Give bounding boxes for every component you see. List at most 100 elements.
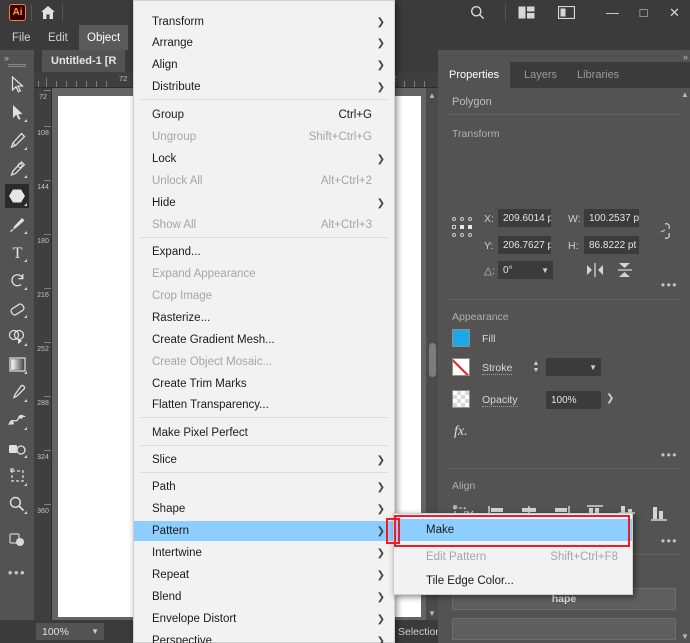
gradient-tool[interactable] — [5, 352, 29, 376]
align-more-options[interactable]: ••• — [661, 534, 678, 548]
menu-item-group[interactable]: Group Ctrl+G — [134, 105, 394, 125]
tab-properties[interactable]: Properties — [438, 62, 511, 88]
w-input[interactable]: 100.2537 p — [584, 209, 639, 227]
tools-panel-collapse[interactable]: » — [0, 50, 34, 72]
scroll-up-icon[interactable]: ▲ — [680, 88, 690, 101]
menu-item-rasterize[interactable]: Rasterize... — [134, 308, 394, 328]
link-broken-icon[interactable] — [658, 218, 676, 244]
menu-item-lock[interactable]: Lock ❯ — [134, 149, 394, 169]
menu-object[interactable]: Object — [79, 25, 129, 50]
menu-item-show-all[interactable]: Show All Alt+Ctrl+3 — [134, 215, 394, 235]
fill-color-swatch[interactable] — [452, 329, 470, 347]
rotate-tool[interactable] — [5, 268, 29, 292]
arrange-documents-icon[interactable] — [509, 0, 543, 25]
menu-item-repeat[interactable]: Repeat ❯ — [134, 565, 394, 585]
menu-item-unlock-all[interactable]: Unlock All Alt+Ctrl+2 — [134, 171, 394, 191]
y-input[interactable]: 206.7627 p — [498, 236, 551, 254]
minimize-button[interactable]: — — [597, 0, 628, 25]
scrollbar-thumb[interactable] — [429, 343, 436, 377]
stroke-weight-input[interactable]: ▼ — [546, 358, 601, 376]
pen-tool[interactable] — [5, 128, 29, 152]
submenu-item-tile-edge-color[interactable]: Tile Edge Color... — [394, 570, 632, 592]
eraser-tool[interactable] — [5, 296, 29, 320]
scroll-up-icon[interactable]: ▲ — [426, 88, 438, 102]
stroke-label[interactable]: Stroke — [482, 362, 513, 375]
menu-item-flatten-transparency[interactable]: Flatten Transparency... — [134, 395, 394, 415]
shape-tool[interactable] — [5, 184, 29, 208]
menu-item-envelope-distort[interactable]: Envelope Distort ❯ — [134, 609, 394, 629]
menu-item-make-pixel-perfect[interactable]: Make Pixel Perfect — [134, 423, 394, 443]
submenu-item-edit-pattern[interactable]: Edit Pattern Shift+Ctrl+F8 — [394, 546, 632, 568]
maximize-button[interactable]: □ — [628, 0, 659, 25]
menu-item-perspective[interactable]: Perspective ❯ — [134, 631, 394, 643]
opacity-options-chevron-icon[interactable]: ❯ — [606, 393, 614, 404]
opacity-label[interactable]: Opacity — [482, 394, 518, 407]
menu-item-create-trim-marks[interactable]: Create Trim Marks — [134, 374, 394, 394]
workspace-switcher-icon[interactable] — [549, 0, 583, 25]
chevron-down-icon[interactable]: ▼ — [589, 363, 597, 372]
fill-and-stroke-tool[interactable] — [5, 528, 29, 552]
menu-item-blend[interactable]: Blend ❯ — [134, 587, 394, 607]
menu-item-crop-image[interactable]: Crop Image — [134, 286, 394, 306]
menu-file[interactable]: File — [4, 25, 39, 50]
object-menu[interactable]: Transform ❯ Arrange ❯ Align ❯ Distribute… — [133, 0, 395, 643]
menu-item-shape[interactable]: Shape ❯ — [134, 499, 394, 519]
h-input[interactable]: 86.8222 pt — [584, 236, 639, 254]
flip-horizontal-icon[interactable] — [586, 262, 604, 278]
chevron-down-icon[interactable]: ▼ — [91, 627, 99, 636]
menu-item-expand-appearance[interactable]: Expand Appearance — [134, 264, 394, 284]
shape-builder-tool[interactable] — [5, 324, 29, 348]
current-tool-status[interactable]: Selection — [398, 623, 441, 640]
pattern-submenu[interactable]: Make Edit Pattern Shift+Ctrl+F8 Tile Edg… — [393, 513, 633, 595]
align-bottom-icon[interactable] — [648, 502, 670, 524]
tab-libraries[interactable]: Libraries — [566, 62, 630, 88]
selection-tool[interactable] — [5, 72, 29, 96]
vertical-ruler[interactable]: 72 108 144 180 216 252 288 324 360 — [34, 88, 52, 620]
illustrator-logo[interactable]: Ai — [9, 4, 26, 21]
stroke-weight-stepper[interactable]: ▲ ▼ — [530, 358, 542, 376]
rotation-angle-input[interactable]: 0° ▼ — [498, 261, 553, 279]
menu-item-create-gradient-mesh[interactable]: Create Gradient Mesh... — [134, 330, 394, 350]
menu-item-distribute[interactable]: Distribute ❯ — [134, 77, 394, 97]
blend-tool[interactable] — [5, 408, 29, 432]
home-icon[interactable] — [40, 5, 56, 20]
type-tool[interactable]: T — [5, 240, 29, 264]
reference-point-selector[interactable] — [452, 217, 474, 239]
close-button[interactable]: ✕ — [659, 0, 690, 25]
menu-item-ungroup[interactable]: Ungroup Shift+Ctrl+G — [134, 127, 394, 147]
eyedropper-tool[interactable] — [5, 380, 29, 404]
stepper-down-icon[interactable]: ▼ — [533, 367, 540, 374]
transform-more-options[interactable]: ••• — [661, 278, 678, 292]
artboard-tool[interactable] — [5, 464, 29, 488]
search-icon[interactable] — [460, 0, 494, 25]
x-input[interactable]: 209.6014 p — [498, 209, 551, 227]
scroll-down-icon[interactable]: ▼ — [426, 606, 438, 620]
unnamed-action-button[interactable] — [452, 618, 676, 640]
direct-selection-tool[interactable] — [5, 100, 29, 124]
tab-layers[interactable]: Layers — [513, 62, 568, 88]
menu-item-transform[interactable]: Transform ❯ — [134, 12, 394, 32]
appearance-more-options[interactable]: ••• — [661, 448, 678, 462]
paintbrush-tool[interactable] — [5, 212, 29, 236]
opacity-input[interactable]: 100% — [546, 391, 601, 409]
stepper-up-icon[interactable]: ▲ — [533, 360, 540, 367]
zoom-tool[interactable] — [5, 492, 29, 516]
menu-item-path[interactable]: Path ❯ — [134, 477, 394, 497]
submenu-item-make[interactable]: Make — [394, 519, 632, 541]
menu-item-arrange[interactable]: Arrange ❯ — [134, 33, 394, 53]
panel-expand-icon[interactable]: » — [683, 52, 688, 62]
curvature-tool[interactable] — [5, 156, 29, 180]
symbol-sprayer-tool[interactable] — [5, 436, 29, 460]
menu-item-create-object-mosaic[interactable]: Create Object Mosaic... — [134, 352, 394, 372]
chevron-down-icon[interactable]: ▼ — [541, 266, 549, 275]
menu-item-pattern[interactable]: Pattern ❯ — [134, 521, 394, 541]
menu-item-slice[interactable]: Slice ❯ — [134, 450, 394, 470]
menu-item-intertwine[interactable]: Intertwine ❯ — [134, 543, 394, 563]
menu-item-hide[interactable]: Hide ❯ — [134, 193, 394, 213]
menu-item-align[interactable]: Align ❯ — [134, 55, 394, 75]
scroll-down-icon[interactable]: ▼ — [680, 630, 690, 643]
drag-handle[interactable] — [8, 64, 26, 68]
document-tab[interactable]: Untitled-1 [R — [42, 50, 126, 72]
fx-button[interactable]: fx. — [454, 424, 468, 440]
menu-edit[interactable]: Edit — [40, 25, 76, 50]
